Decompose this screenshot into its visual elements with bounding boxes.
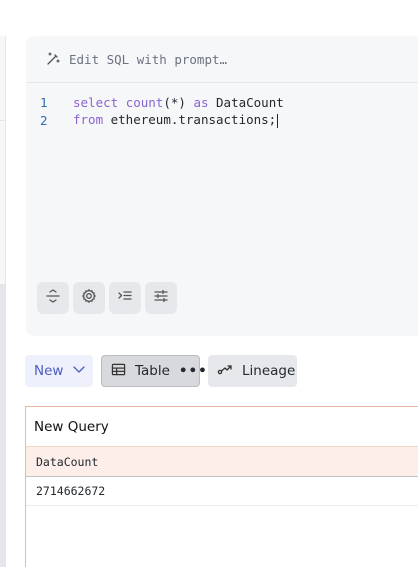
results-toolbar: New Table ••• Lineage: [25, 355, 297, 387]
table-header: DataCount: [26, 446, 418, 477]
options-button[interactable]: [145, 282, 177, 314]
sliders-icon: [153, 288, 169, 308]
code-text[interactable]: select count(*) as DataCount: [73, 95, 284, 110]
prompt-bar[interactable]: Edit SQL with prompt…: [26, 36, 418, 83]
code-line: 2 from ethereum.transactions;: [26, 111, 418, 129]
column-header-datacount[interactable]: DataCount: [36, 455, 98, 469]
format-indent-icon: [117, 288, 133, 308]
sql-keyword: as: [193, 94, 209, 110]
gear-icon: [81, 288, 97, 308]
sql-text: (*): [163, 94, 186, 110]
magic-wand-icon: [45, 51, 61, 67]
table-tab[interactable]: Table •••: [101, 355, 207, 387]
table-label: Table: [135, 363, 170, 379]
text-cursor: [277, 113, 279, 128]
results-title[interactable]: New Query: [26, 407, 418, 446]
results-panel: New Query DataCount 2714662672: [25, 406, 418, 567]
table-icon: [111, 362, 126, 381]
lineage-tab[interactable]: Lineage: [208, 355, 297, 387]
sql-keyword: select: [73, 94, 119, 110]
prompt-input-placeholder[interactable]: Edit SQL with prompt…: [69, 52, 227, 67]
code-text[interactable]: from ethereum.transactions;: [73, 112, 279, 128]
left-panel-divider: [0, 120, 6, 121]
code-line: 1 select count(*) as DataCount: [26, 93, 418, 111]
new-visualization-dropdown[interactable]: New: [25, 355, 93, 387]
sql-text: ethereum.transactions;: [103, 112, 277, 128]
left-panel-scrollbar[interactable]: [0, 284, 6, 567]
line-number: 2: [40, 112, 48, 128]
left-panel-edge: [0, 36, 6, 567]
collapse-icon: [45, 288, 61, 308]
new-label: New: [34, 363, 64, 379]
format-button[interactable]: [109, 282, 141, 314]
sql-keyword: from: [73, 112, 104, 128]
settings-button[interactable]: [73, 282, 105, 314]
more-options-icon[interactable]: •••: [179, 363, 208, 379]
chevron-down-icon: [72, 362, 86, 380]
sql-keyword: count: [125, 94, 164, 110]
sql-text: DataCount: [208, 94, 284, 110]
lineage-icon: [217, 361, 233, 381]
table-cell: 2714662672: [36, 484, 106, 498]
sql-editor: Edit SQL with prompt… 1 select count(*) …: [26, 36, 418, 336]
table-row: 2714662672: [26, 477, 418, 506]
collapse-button[interactable]: [37, 282, 69, 314]
editor-tools: [37, 282, 177, 314]
lineage-label: Lineage: [242, 363, 296, 379]
code-area[interactable]: 1 select count(*) as DataCount 2 from et…: [26, 83, 418, 129]
line-number: 1: [40, 94, 48, 110]
